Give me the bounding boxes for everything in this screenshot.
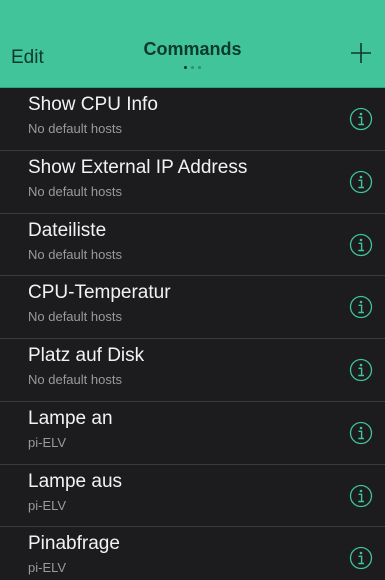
page-dot bbox=[191, 66, 194, 69]
info-circle-icon[interactable] bbox=[349, 358, 373, 382]
page-indicator bbox=[0, 66, 385, 69]
page-dot bbox=[198, 66, 201, 69]
info-circle-icon[interactable] bbox=[349, 295, 373, 319]
navigation-bar: Edit Commands bbox=[0, 26, 385, 88]
info-circle-icon[interactable] bbox=[349, 546, 373, 570]
page-title: Commands bbox=[143, 39, 242, 59]
command-hosts: No default hosts bbox=[28, 246, 122, 262]
command-hosts: pi-ELV bbox=[28, 434, 67, 450]
command-row[interactable]: Dateiliste No default hosts bbox=[0, 214, 385, 277]
command-hosts: No default hosts bbox=[28, 372, 122, 387]
command-row[interactable]: Pinabfrage pi-ELV bbox=[0, 527, 385, 580]
command-hosts: pi-ELV bbox=[28, 497, 67, 513]
command-list: Show CPU Info No default hosts Show Extern… bbox=[0, 88, 385, 580]
command-row[interactable]: CPU-Temperatur No default hosts bbox=[0, 276, 385, 339]
command-hosts: pi-ELV bbox=[28, 560, 67, 576]
info-circle-icon[interactable] bbox=[349, 107, 373, 131]
command-hosts: No default hosts bbox=[28, 309, 122, 325]
command-title: Pinabfrage bbox=[28, 533, 120, 555]
command-row[interactable]: Show CPU Info No default hosts bbox=[0, 88, 385, 151]
command-title: Lampe an bbox=[28, 407, 113, 429]
command-title: Show CPU Info bbox=[28, 94, 158, 115]
command-title: Lampe aus bbox=[28, 470, 123, 492]
command-title: CPU-Temperatur bbox=[28, 282, 171, 304]
info-circle-icon[interactable] bbox=[349, 233, 373, 257]
page-dot-active bbox=[184, 66, 187, 69]
info-circle-icon[interactable] bbox=[349, 170, 373, 194]
command-title: Dateiliste bbox=[28, 219, 107, 241]
command-hosts: No default hosts bbox=[28, 121, 122, 136]
command-row[interactable]: Show External IP Address No default hosts bbox=[0, 151, 385, 214]
command-row[interactable]: Lampe an pi-ELV bbox=[0, 402, 385, 465]
command-hosts: No default hosts bbox=[28, 183, 122, 199]
plus-icon[interactable] bbox=[348, 40, 374, 66]
command-title: Show External IP Address bbox=[28, 156, 248, 178]
command-title: Platz auf Disk bbox=[28, 345, 145, 366]
status-bar-area bbox=[0, 0, 385, 26]
command-row[interactable]: Lampe aus pi-ELV bbox=[0, 465, 385, 528]
command-row[interactable]: Platz auf Disk No default hosts bbox=[0, 339, 385, 402]
info-circle-icon[interactable] bbox=[349, 421, 373, 445]
info-circle-icon[interactable] bbox=[349, 484, 373, 508]
